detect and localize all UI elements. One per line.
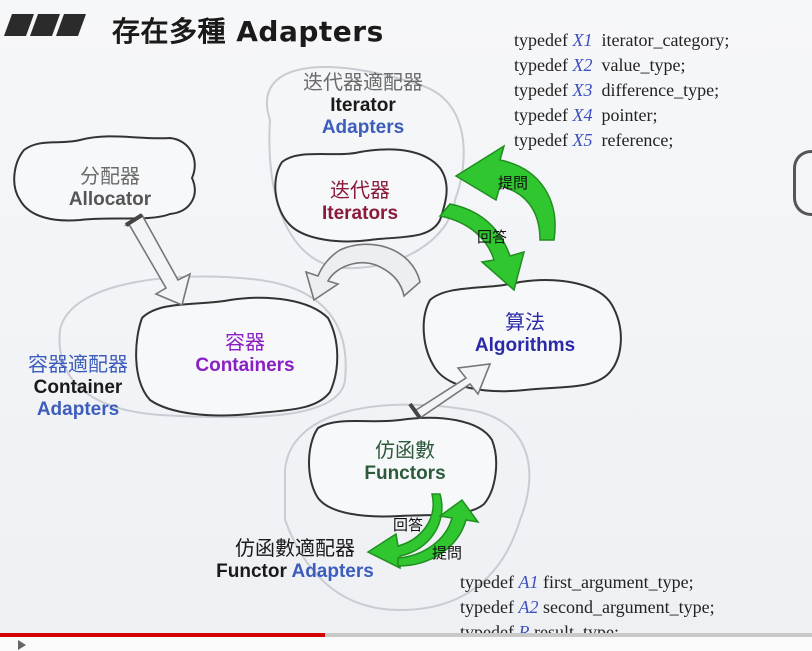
allocator-zh: 分配器 [80,164,140,188]
containers-zh: 容器 [225,330,265,354]
typedef-line: typedef X5 reference; [514,130,674,150]
answer-top-label: 回答 [477,228,508,246]
functor-adapters-zh: 仿函數適配器 [235,536,355,560]
functor-adapters-en1: Functor [216,561,287,582]
typedef-line: typedef X2 value_type; [514,55,686,75]
iterator-typedefs: typedef X1 iterator_category; typedef X2… [514,28,729,153]
iterators-en: Iterators [321,203,399,224]
algorithms-zh: 算法 [505,310,545,334]
functor-adapters-node: 仿函數適配器 Functor Adapters [200,532,390,583]
functor-adapters-en2: Adapters [291,561,374,582]
iterator-adapters-en2: Adapters [321,117,405,138]
ask-top-label: 提問 [498,174,529,192]
iterator-adapters-en1: Iterator [330,95,396,116]
iterator-adapters-zh: 迭代器適配器 [303,70,423,94]
container-adapters-en1: Container [33,377,123,398]
allocator-node: 分配器 Allocator [40,160,180,211]
functors-node: 仿函數 Functors [330,434,480,485]
presenter-edge [793,150,812,216]
typedef-line: typedef X4 pointer; [514,105,658,125]
container-adapters-en2: Adapters [36,399,120,420]
iterators-to-containers-curved-arrow [304,243,421,302]
container-adapters-node: 容器適配器 Container Adapters [8,348,148,421]
video-controls [0,637,812,651]
iterators-zh: 迭代器 [330,178,390,202]
typedef-line: typedef A1 first_argument_type; [460,572,694,592]
typedef-line: typedef A2 second_argument_type; [460,597,715,617]
slide: 存在多種 Adapters 分配器 Allocator 迭代器適配器 Itera… [0,0,812,651]
ask-bottom-label: 提問 [432,544,463,562]
container-adapters-zh: 容器適配器 [28,352,128,376]
iterator-adapters-node: 迭代器適配器 Iterator Adapters [268,66,458,139]
functors-en: Functors [364,463,446,484]
containers-node: 容器 Containers [170,326,320,377]
answer-bottom-label: 回答 [393,516,424,534]
allocator-to-containers-arrow [123,213,192,307]
answer-top-green-arrow [438,203,526,292]
typedef-line: typedef X1 iterator_category; [514,30,730,50]
containers-en: Containers [195,355,295,376]
iterators-node: 迭代器 Iterators [290,174,430,225]
algorithms-node: 算法 Algorithms [455,306,595,357]
algorithms-en: Algorithms [474,335,576,356]
play-icon[interactable] [18,640,26,650]
typedef-line: typedef X3 difference_type; [514,80,720,100]
allocator-en: Allocator [68,189,152,210]
functors-zh: 仿函數 [375,438,435,462]
functor-adapters-en: Functor Adapters [200,561,390,583]
